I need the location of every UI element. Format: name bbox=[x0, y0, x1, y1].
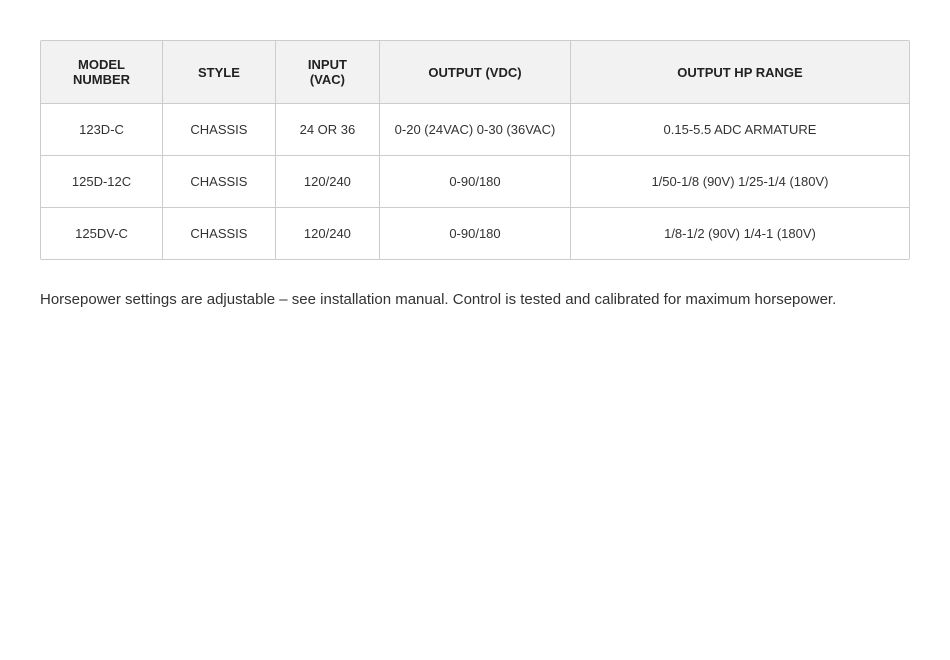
header-model-number: MODELNUMBER bbox=[41, 41, 163, 104]
cell-model: 123D-C bbox=[41, 104, 163, 156]
cell-hp: 0.15-5.5 ADC ARMATURE bbox=[570, 104, 909, 156]
cell-hp: 1/50-1/8 (90V) 1/25-1/4 (180V) bbox=[570, 156, 909, 208]
header-input-vac: INPUT(VAC) bbox=[275, 41, 379, 104]
cell-style: CHASSIS bbox=[163, 104, 276, 156]
table-row: 125D-12CCHASSIS120/2400-90/1801/50-1/8 (… bbox=[41, 156, 909, 208]
table-row: 123D-CCHASSIS24 OR 360-20 (24VAC) 0-30 (… bbox=[41, 104, 909, 156]
cell-model: 125DV-C bbox=[41, 208, 163, 260]
cell-output: 0-90/180 bbox=[380, 156, 571, 208]
footnote-text: Horsepower settings are adjustable – see… bbox=[40, 288, 900, 312]
cell-output: 0-20 (24VAC) 0-30 (36VAC) bbox=[380, 104, 571, 156]
cell-model: 125D-12C bbox=[41, 156, 163, 208]
header-output-hp: OUTPUT HP RANGE bbox=[570, 41, 909, 104]
cell-style: CHASSIS bbox=[163, 156, 276, 208]
product-table: MODELNUMBER STYLE INPUT(VAC) OUTPUT (VDC… bbox=[40, 40, 910, 260]
header-output-vdc: OUTPUT (VDC) bbox=[380, 41, 571, 104]
cell-hp: 1/8-1/2 (90V) 1/4-1 (180V) bbox=[570, 208, 909, 260]
cell-input: 24 OR 36 bbox=[275, 104, 379, 156]
table-row: 125DV-CCHASSIS120/2400-90/1801/8-1/2 (90… bbox=[41, 208, 909, 260]
cell-input: 120/240 bbox=[275, 156, 379, 208]
cell-style: CHASSIS bbox=[163, 208, 276, 260]
table-header-row: MODELNUMBER STYLE INPUT(VAC) OUTPUT (VDC… bbox=[41, 41, 909, 104]
cell-input: 120/240 bbox=[275, 208, 379, 260]
header-style: STYLE bbox=[163, 41, 276, 104]
cell-output: 0-90/180 bbox=[380, 208, 571, 260]
